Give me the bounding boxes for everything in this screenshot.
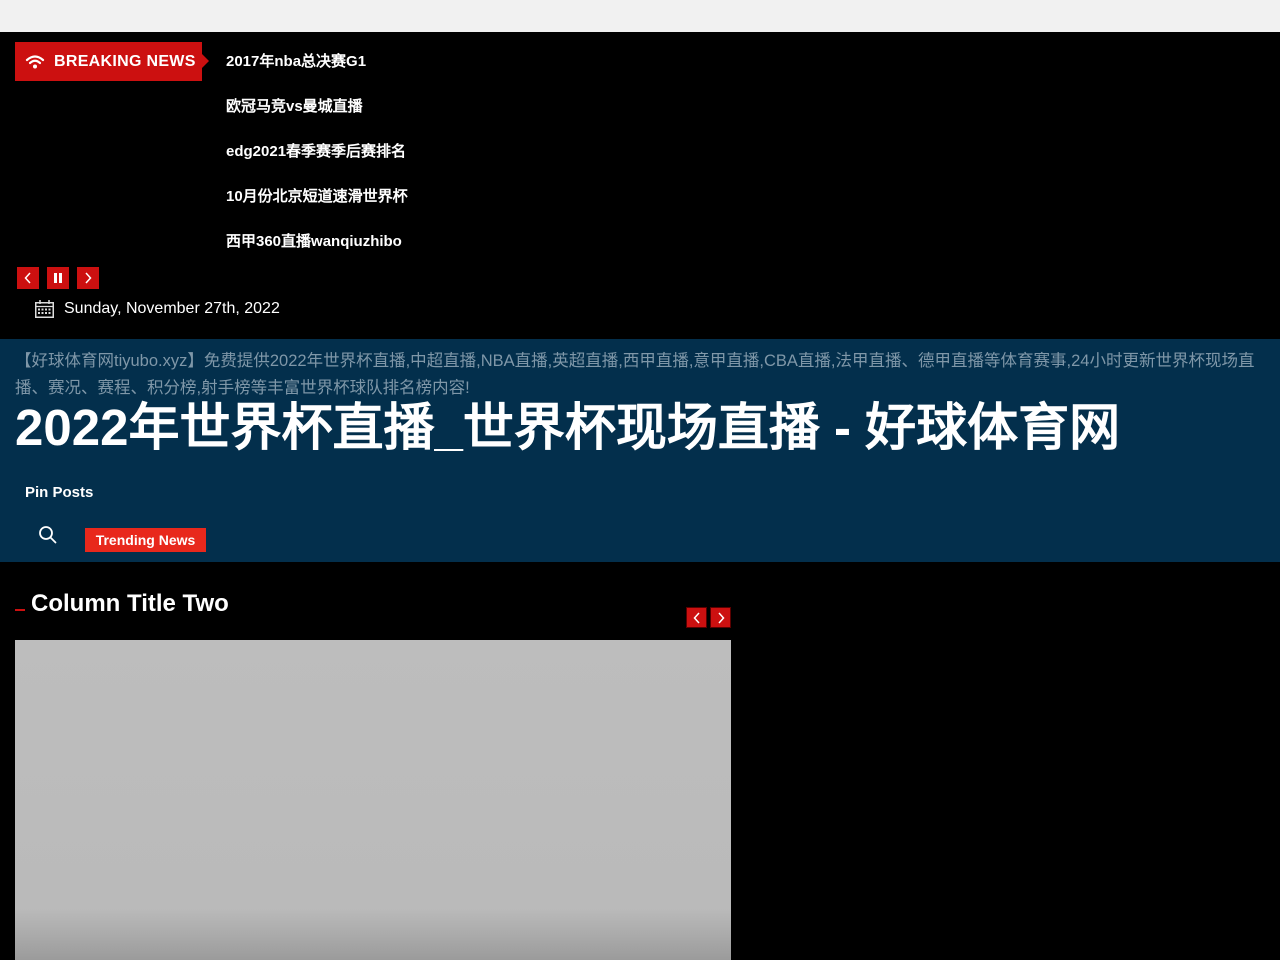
carousel-next-button[interactable]	[710, 607, 731, 628]
ticker-pause-button[interactable]	[47, 267, 69, 289]
column-carousel-controls	[686, 607, 734, 628]
ticker-item[interactable]: 欧冠马竞vs曼城直播	[226, 97, 408, 142]
breaking-news-bar: BREAKING NEWS 2017年nba总决赛G1 欧冠马竞vs曼城直播 e…	[0, 32, 1280, 339]
site-header: 【好球体育网tiyubo.xyz】免费提供2022年世界杯直播,中超直播,NBA…	[0, 339, 1280, 562]
column-title: Column Title Two	[31, 590, 229, 617]
pause-icon	[54, 273, 62, 283]
ticker-item[interactable]: 2017年nba总决赛G1	[226, 52, 408, 97]
current-date: Sunday, November 27th, 2022	[35, 300, 280, 318]
ticker-prev-button[interactable]	[17, 267, 39, 289]
featured-image-placeholder[interactable]	[15, 640, 731, 960]
breaking-news-label: BREAKING NEWS	[15, 42, 209, 81]
pin-posts-link[interactable]: Pin Posts	[25, 484, 93, 501]
top-strip	[0, 0, 1280, 32]
wifi-icon	[25, 54, 45, 68]
ticker-controls	[17, 267, 107, 289]
ticker-item[interactable]: 西甲360直播wanqiuzhibo	[226, 232, 408, 277]
heading-accent-bar	[15, 609, 25, 611]
prev-icon	[24, 272, 31, 284]
prev-icon	[692, 611, 700, 624]
ticker-item[interactable]: edg2021春季赛季后赛排名	[226, 142, 408, 187]
search-icon[interactable]	[38, 525, 58, 545]
next-icon	[85, 272, 92, 284]
site-title[interactable]: 2022年世界杯直播_世界杯现场直播 - 好球体育网	[15, 393, 1120, 463]
date-text: Sunday, November 27th, 2022	[64, 300, 280, 317]
column-heading: Column Title Two	[15, 590, 229, 618]
main-content: Column Title Two	[0, 562, 1280, 960]
news-ticker: 2017年nba总决赛G1 欧冠马竞vs曼城直播 edg2021春季赛季后赛排名…	[226, 52, 408, 277]
next-icon	[717, 611, 725, 624]
trending-news-button[interactable]: Trending News	[85, 528, 206, 552]
breaking-news-text: BREAKING NEWS	[54, 52, 196, 70]
carousel-prev-button[interactable]	[686, 607, 707, 628]
calendar-icon	[35, 300, 54, 318]
ticker-next-button[interactable]	[77, 267, 99, 289]
ticker-item[interactable]: 10月份北京短道速滑世界杯	[226, 187, 408, 232]
